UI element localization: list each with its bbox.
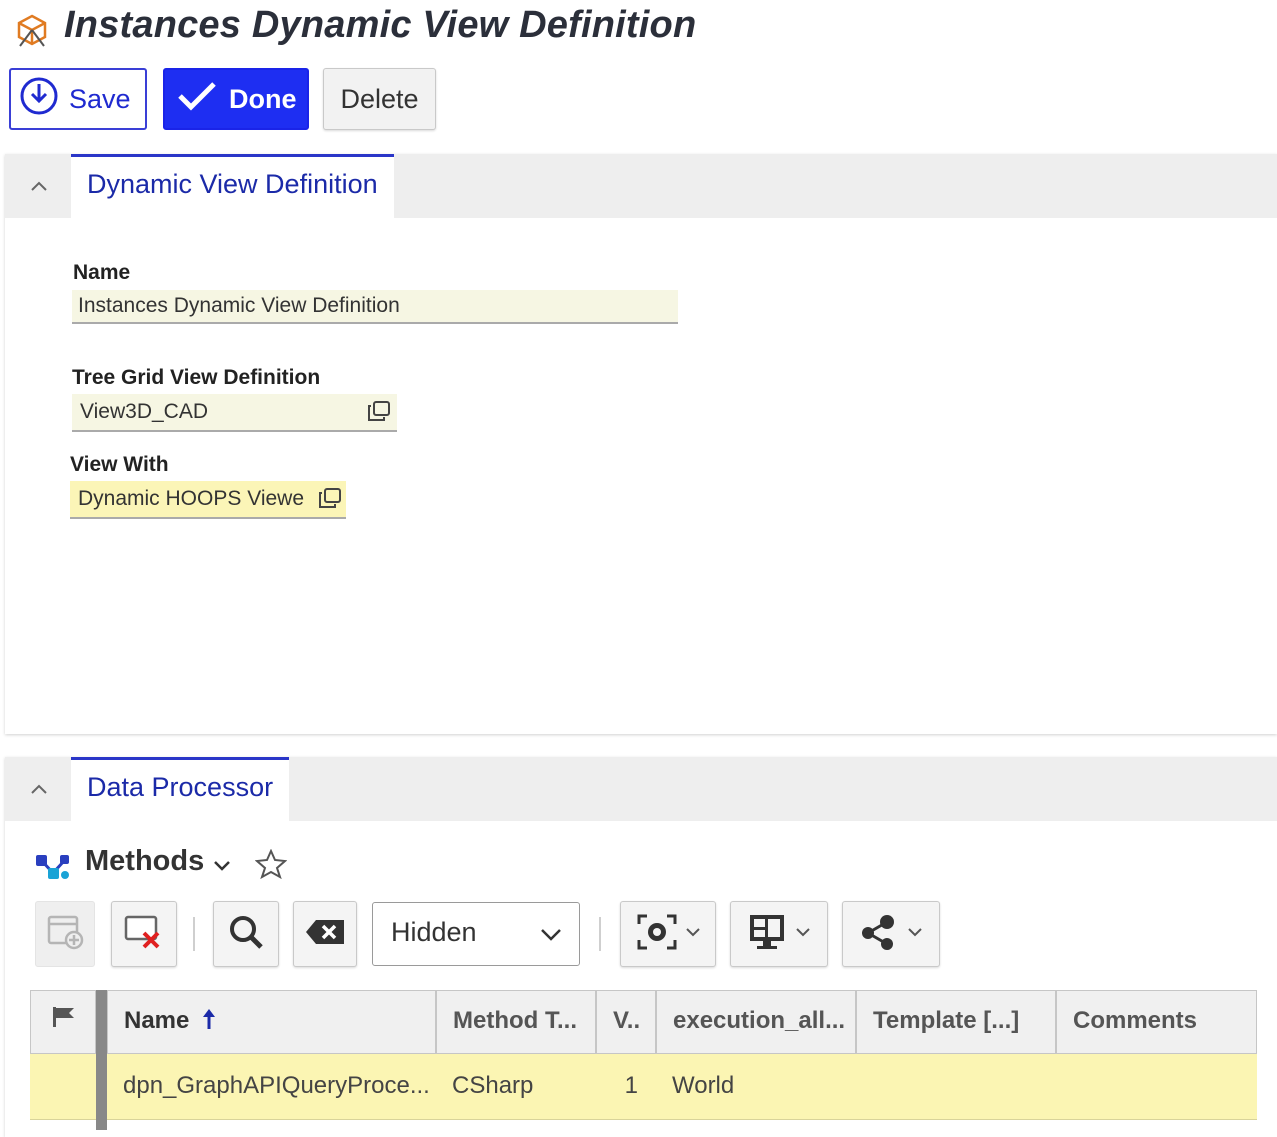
chevron-down-icon bbox=[907, 925, 923, 943]
chevron-down-icon[interactable] bbox=[211, 857, 233, 875]
relationship-icon bbox=[35, 853, 71, 881]
share-button[interactable] bbox=[842, 901, 940, 967]
cell-template[interactable] bbox=[856, 1054, 1056, 1120]
table-row-flag-cell[interactable] bbox=[30, 1054, 96, 1120]
delete-row-icon bbox=[122, 913, 166, 956]
chevron-down-icon bbox=[541, 929, 561, 941]
backspace-icon bbox=[304, 918, 346, 951]
filter-mode-value: Hidden bbox=[391, 917, 477, 947]
item-picker-icon[interactable] bbox=[318, 487, 342, 509]
search-button[interactable] bbox=[213, 901, 279, 967]
cell-version[interactable]: 1 bbox=[596, 1054, 656, 1120]
data-processor-panel: Data Processor Methods Hidden Name Metho… bbox=[5, 757, 1277, 1137]
view-with-field[interactable]: Dynamic HOOPS Viewe bbox=[70, 481, 346, 519]
toolbar-separator bbox=[193, 917, 195, 951]
focus-icon bbox=[635, 912, 679, 957]
layout-button[interactable] bbox=[730, 901, 828, 967]
name-label: Name bbox=[73, 261, 131, 284]
flag-icon bbox=[53, 1007, 74, 1027]
cell-execution[interactable]: World bbox=[656, 1054, 856, 1120]
done-button[interactable]: Done bbox=[163, 68, 309, 130]
panel-header: Data Processor bbox=[5, 757, 1277, 821]
column-header-flag[interactable] bbox=[30, 990, 96, 1054]
cell-comments[interactable] bbox=[1056, 1054, 1257, 1120]
item-type-icon bbox=[12, 10, 52, 50]
panel-header: Dynamic View Definition bbox=[5, 154, 1277, 218]
column-header-method-type[interactable]: Method T... bbox=[436, 990, 596, 1054]
delete-button[interactable]: Delete bbox=[323, 68, 436, 130]
done-label: Done bbox=[229, 83, 297, 114]
view-with-value: Dynamic HOOPS Viewe bbox=[78, 487, 305, 510]
search-icon bbox=[226, 912, 266, 957]
toolbar-separator bbox=[599, 917, 601, 951]
column-header-template[interactable]: Template [...] bbox=[856, 990, 1056, 1054]
item-picker-icon[interactable] bbox=[367, 400, 391, 422]
cell-method-type[interactable]: CSharp bbox=[436, 1054, 596, 1120]
chevron-up-icon[interactable] bbox=[29, 779, 49, 799]
column-header-version[interactable]: V.. bbox=[596, 990, 656, 1054]
checkmark-icon bbox=[177, 80, 217, 119]
remove-relationship-button[interactable] bbox=[111, 901, 177, 967]
star-icon[interactable] bbox=[254, 848, 288, 880]
name-field[interactable]: Instances Dynamic View Definition bbox=[72, 290, 678, 324]
column-header-label: Name bbox=[124, 1007, 190, 1034]
save-button[interactable]: Save bbox=[9, 68, 147, 130]
share-icon bbox=[859, 912, 899, 957]
cell-name[interactable]: dpn_GraphAPIQueryProce... bbox=[107, 1054, 436, 1120]
chevron-down-icon bbox=[795, 925, 811, 943]
tree-grid-label: Tree Grid View Definition bbox=[72, 366, 321, 389]
frozen-column-divider bbox=[96, 990, 107, 1130]
tab-dynamic-view-definition[interactable]: Dynamic View Definition bbox=[71, 154, 394, 218]
save-label: Save bbox=[69, 83, 131, 114]
column-header-name[interactable]: Name bbox=[107, 990, 436, 1054]
tree-grid-field[interactable]: View3D_CAD bbox=[72, 394, 397, 432]
3d-view-button[interactable] bbox=[620, 901, 716, 967]
chevron-down-icon bbox=[685, 925, 701, 943]
view-with-label: View With bbox=[70, 453, 169, 476]
filter-mode-select[interactable]: Hidden bbox=[372, 902, 580, 966]
monitor-icon bbox=[747, 912, 787, 957]
add-grid-icon bbox=[45, 913, 85, 956]
tab-data-processor[interactable]: Data Processor bbox=[71, 757, 290, 821]
dynamic-view-definition-panel: Dynamic View Definition Name Instances D… bbox=[5, 154, 1277, 734]
clear-search-button[interactable] bbox=[293, 901, 357, 967]
grid-title: Methods bbox=[85, 845, 205, 877]
save-icon bbox=[19, 76, 59, 123]
chevron-up-icon[interactable] bbox=[29, 176, 49, 196]
new-relationship-button[interactable] bbox=[35, 901, 95, 967]
page-title: Instances Dynamic View Definition bbox=[64, 4, 697, 46]
column-header-comments[interactable]: Comments bbox=[1056, 990, 1257, 1054]
column-header-execution[interactable]: execution_all... bbox=[656, 990, 856, 1054]
sort-ascending-icon bbox=[202, 1008, 216, 1037]
tree-grid-value: View3D_CAD bbox=[80, 400, 208, 423]
